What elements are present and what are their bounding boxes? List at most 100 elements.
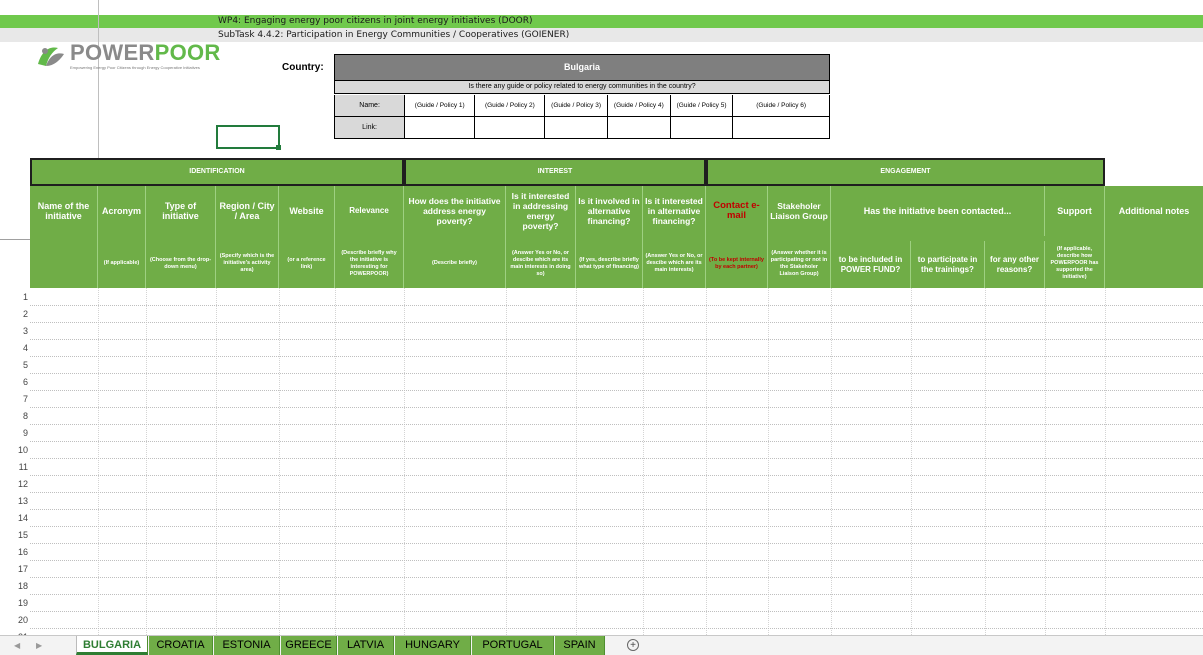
col-address-energy-poverty[interactable]: How does the initiative address energy p… (404, 186, 506, 288)
table-row[interactable] (30, 390, 1203, 391)
row-number[interactable]: 7 (0, 394, 28, 404)
table-row[interactable] (30, 560, 1203, 561)
row-number[interactable]: 8 (0, 411, 28, 421)
row-number[interactable]: 17 (0, 564, 28, 574)
tab-bulgaria[interactable]: BULGARIA (76, 636, 148, 655)
table-row[interactable] (30, 441, 1203, 442)
col-interested-financing[interactable]: Is it interested in alternative financin… (643, 186, 706, 288)
guide-link-1[interactable] (405, 117, 476, 138)
prev-sheet-arrow-icon[interactable]: ◀ (14, 641, 20, 650)
col-contacted-other[interactable]: for any other reasons? (985, 241, 1045, 288)
row-number[interactable]: 19 (0, 598, 28, 608)
col-contacted-power-fund[interactable]: to be included in POWER FUND? (831, 241, 911, 288)
table-row[interactable] (30, 543, 1203, 544)
guide-link-4[interactable] (608, 117, 671, 138)
guide-name-4[interactable]: (Guide / Policy 4) (608, 95, 671, 116)
guide-name-5[interactable]: (Guide / Policy 5) (671, 95, 734, 116)
row-number[interactable]: 3 (0, 326, 28, 336)
row-number[interactable]: 18 (0, 581, 28, 591)
guide-link-3[interactable] (545, 117, 608, 138)
add-sheet-plus-icon[interactable]: + (627, 639, 639, 651)
table-row[interactable] (30, 577, 1203, 578)
col-name[interactable]: Name of the initiative (30, 186, 98, 288)
col-relevance[interactable]: Relevance (Describe briefly why the initi… (335, 186, 404, 288)
col-contacted-group[interactable]: Has the initiative been contacted... (831, 186, 1045, 236)
col-acronym[interactable]: Acronym (If applicable) (98, 186, 146, 288)
grid-column-line (216, 288, 217, 635)
table-row[interactable] (30, 305, 1203, 306)
table-row[interactable] (30, 628, 1203, 629)
table-row[interactable] (30, 373, 1203, 374)
row-number[interactable]: 16 (0, 547, 28, 557)
tab-croatia[interactable]: CROATIA (149, 636, 213, 655)
next-sheet-arrow-icon[interactable]: ▶ (36, 641, 42, 650)
powerpoor-logo-icon (38, 47, 64, 66)
row-number[interactable]: 11 (0, 462, 28, 472)
table-row[interactable] (30, 509, 1203, 510)
row-number[interactable]: 15 (0, 530, 28, 540)
row-number[interactable]: 10 (0, 445, 28, 455)
guide-name-1[interactable]: (Guide / Policy 1) (405, 95, 476, 116)
row-number[interactable]: 12 (0, 479, 28, 489)
selected-cell[interactable] (216, 125, 280, 149)
table-row[interactable] (30, 611, 1203, 612)
tab-portugal[interactable]: PORTUGAL (472, 636, 554, 655)
table-row[interactable] (30, 356, 1203, 357)
wp4-banner (0, 15, 1203, 28)
grid-column-line (706, 288, 707, 635)
col-contact-email[interactable]: Contact e-mail (To be kept internally by … (706, 186, 768, 288)
grid-column-line (643, 288, 644, 635)
row-number[interactable]: 5 (0, 360, 28, 370)
grid-column-line (1105, 288, 1106, 635)
col-additional-notes[interactable]: Additional notes (1105, 186, 1203, 288)
guide-link-6[interactable] (733, 117, 829, 138)
row-number[interactable]: 14 (0, 513, 28, 523)
tab-latvia[interactable]: LATVIA (338, 636, 394, 655)
row-number[interactable]: 6 (0, 377, 28, 387)
table-row[interactable] (30, 458, 1203, 459)
logo-subtitle: Empowering Energy Poor Citizens through … (70, 65, 200, 70)
tab-spain[interactable]: SPAIN (555, 636, 605, 655)
guide-link-5[interactable] (671, 117, 734, 138)
col-website[interactable]: Website (or a reference link) (279, 186, 335, 288)
fill-handle[interactable] (276, 145, 281, 150)
row-number[interactable]: 20 (0, 615, 28, 625)
row-number[interactable]: 13 (0, 496, 28, 506)
grid-column-line (335, 288, 336, 635)
country-dropdown[interactable]: Bulgaria (334, 54, 830, 81)
col-involved-financing[interactable]: Is it involved in alternative financing?… (576, 186, 643, 288)
col-support[interactable]: Support (If applicable, describe how POWE… (1045, 186, 1105, 288)
grid-column-line (506, 288, 507, 635)
grid-column-line (985, 288, 986, 635)
table-row[interactable] (30, 322, 1203, 323)
tab-estonia[interactable]: ESTONIA (214, 636, 280, 655)
col-contacted-trainings[interactable]: to participate in the trainings? (911, 241, 985, 288)
grid-column-line (831, 288, 832, 635)
table-row[interactable] (30, 407, 1203, 408)
row-number[interactable]: 4 (0, 343, 28, 353)
row-number[interactable]: 9 (0, 428, 28, 438)
table-row[interactable] (30, 492, 1203, 493)
guide-name-3[interactable]: (Guide / Policy 3) (545, 95, 608, 116)
col-interested-energy-poverty[interactable]: Is it interested in addressing energy po… (506, 186, 576, 288)
policy-question: Is there any guide or policy related to … (334, 81, 830, 94)
guide-link-2[interactable] (475, 117, 546, 138)
col-stakeholder-group[interactable]: Stakeholer Liaison Group (Answer whether … (768, 186, 831, 288)
col-type[interactable]: Type of initiative (Choose from the drop-… (146, 186, 216, 288)
grid-column-line (911, 288, 912, 635)
tab-hungary[interactable]: HUNGARY (395, 636, 471, 655)
guide-name-6[interactable]: (Guide / Policy 6) (733, 95, 829, 116)
tab-greece[interactable]: GREECE (281, 636, 337, 655)
table-row[interactable] (30, 424, 1203, 425)
row-number[interactable]: 1 (0, 292, 28, 302)
table-row[interactable] (30, 339, 1203, 340)
grid-column-line (576, 288, 577, 635)
data-grid[interactable]: 123456789101112131415161718192021 (0, 288, 1203, 646)
guide-name-2[interactable]: (Guide / Policy 2) (475, 95, 546, 116)
country-label: Country: (282, 62, 324, 73)
table-row[interactable] (30, 594, 1203, 595)
row-number[interactable]: 2 (0, 309, 28, 319)
table-row[interactable] (30, 526, 1203, 527)
table-row[interactable] (30, 475, 1203, 476)
col-region[interactable]: Region / City / Area (Specify which is th… (216, 186, 279, 288)
